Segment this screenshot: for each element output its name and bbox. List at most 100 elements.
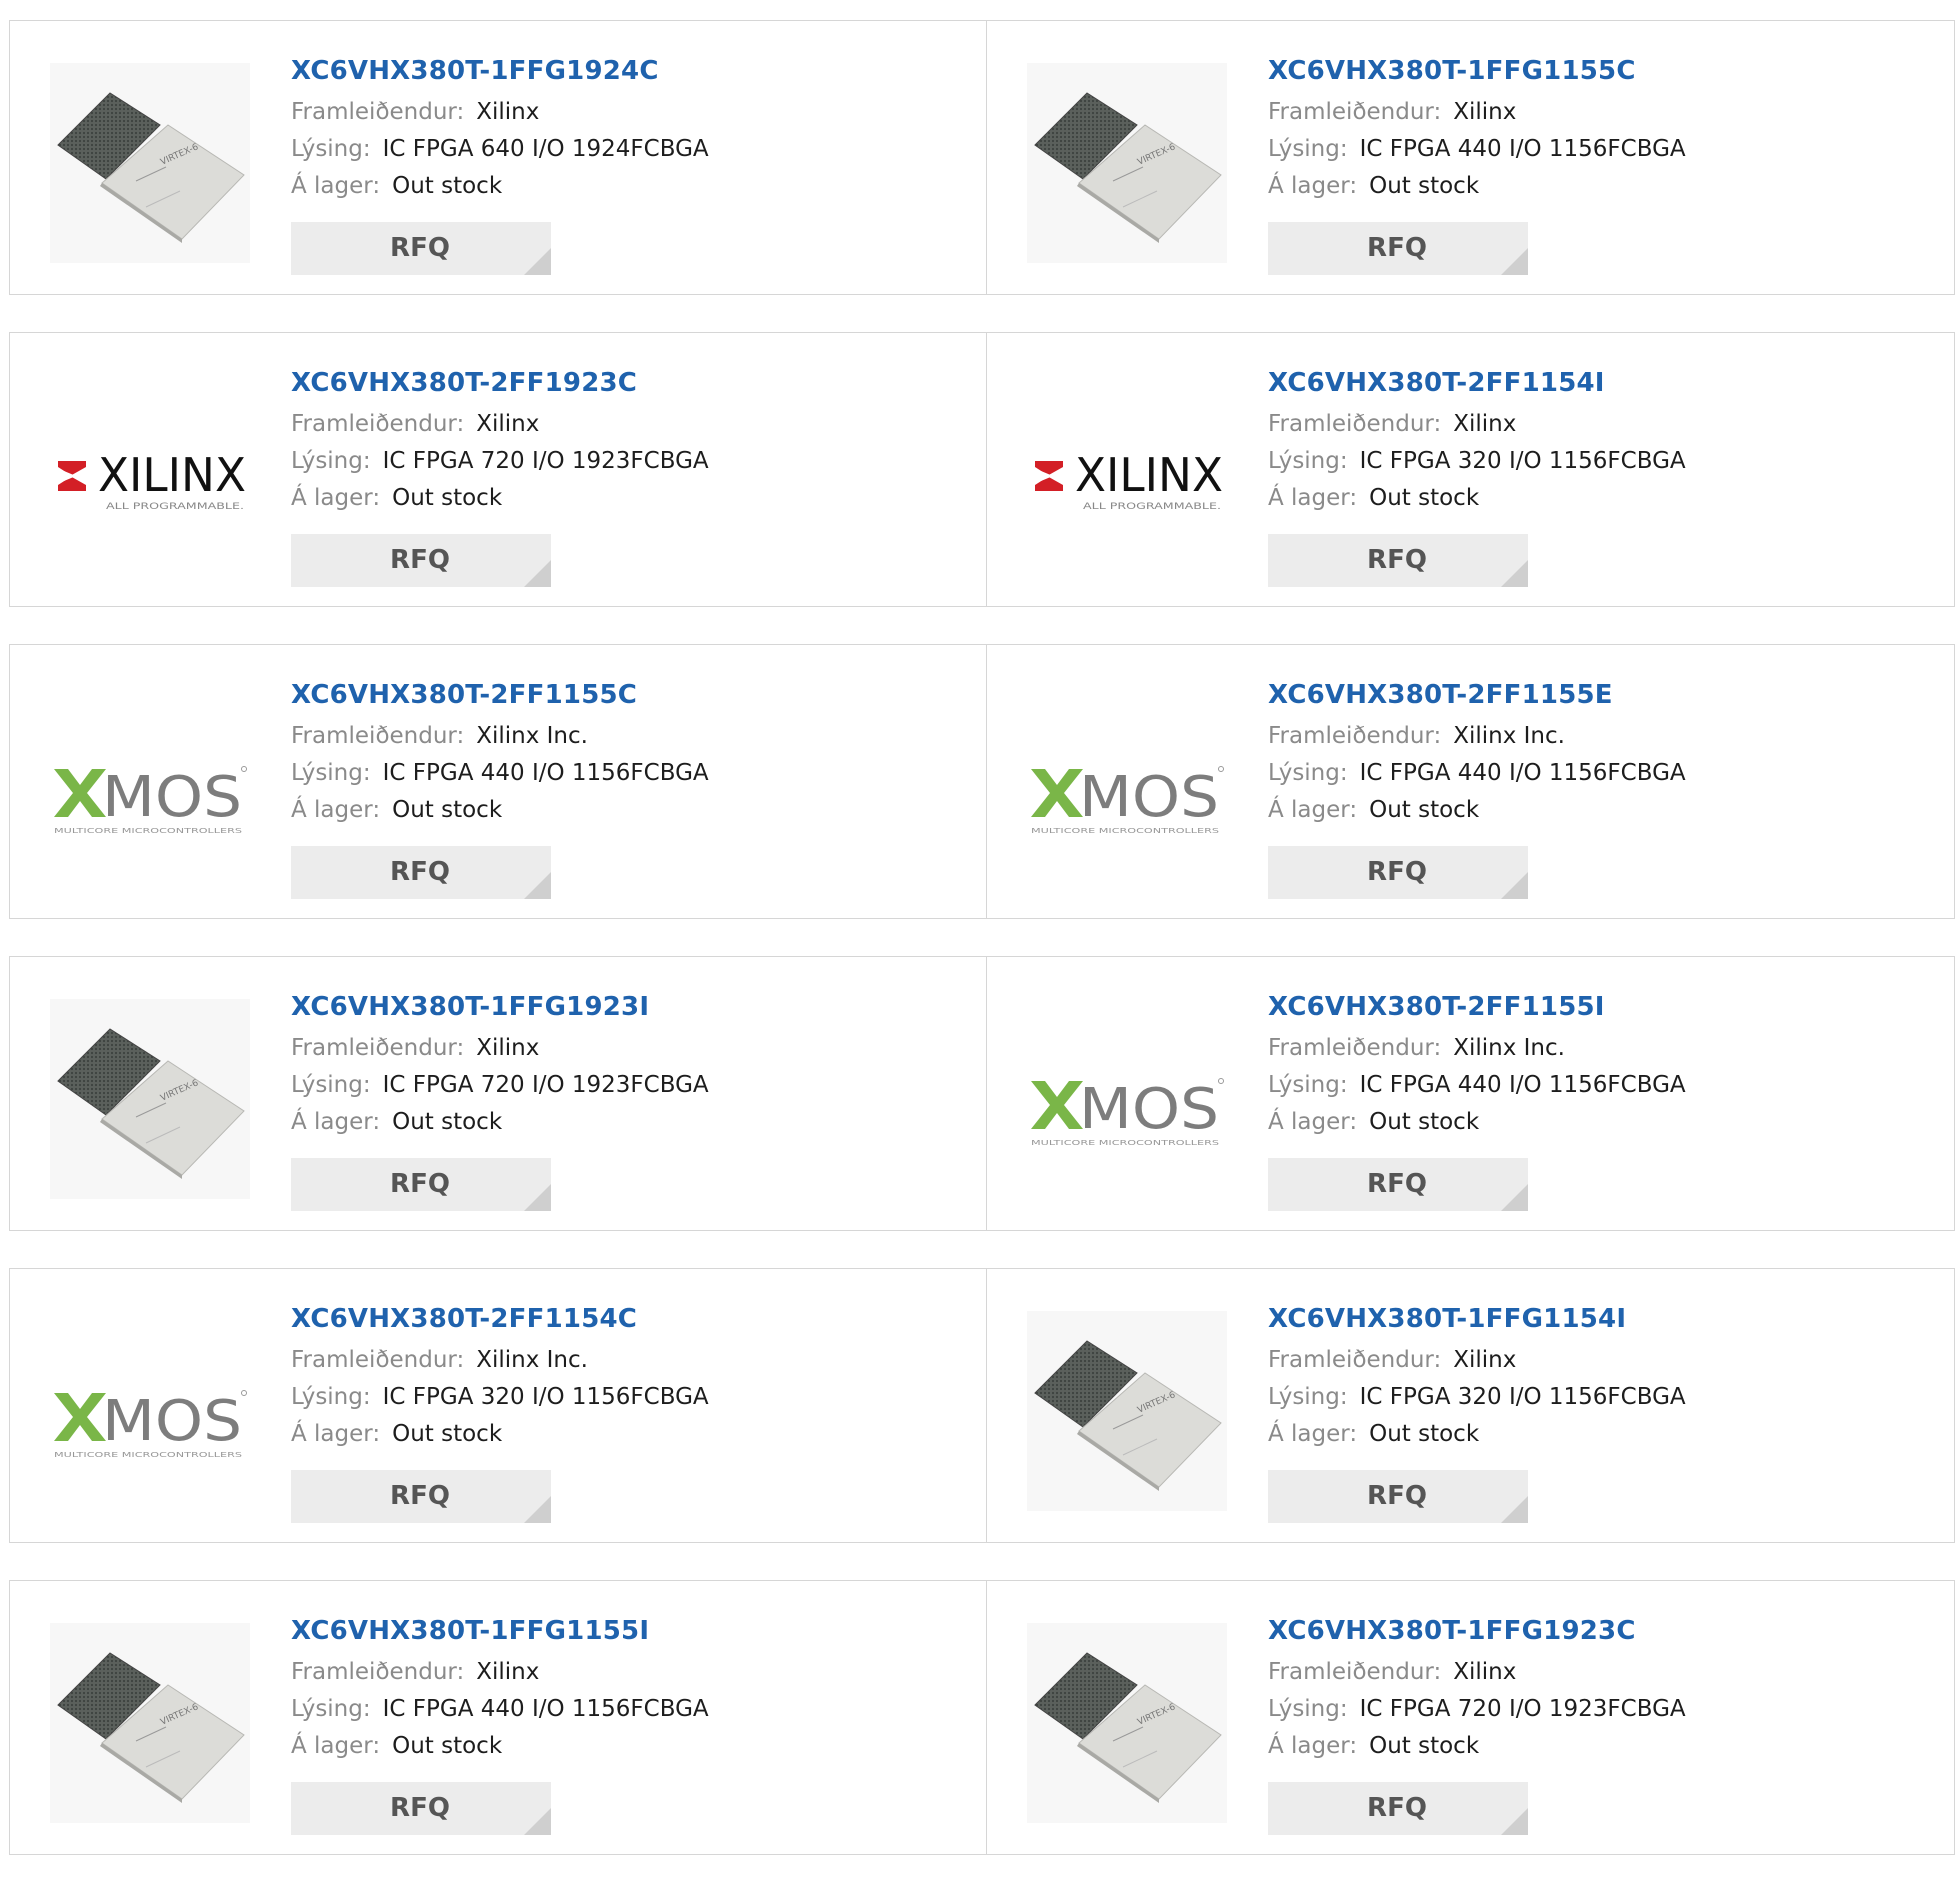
product-info: XC6VHX380T-1FFG1924C Framleiðendur: Xilin… (291, 51, 709, 205)
rfq-button-label: RFQ (390, 233, 450, 263)
product-image[interactable]: MOS MULTICORE MICROCONTROLLERS (1027, 999, 1227, 1199)
rfq-corner-decoration (1501, 1808, 1528, 1835)
stock-value: Out stock (392, 1109, 503, 1135)
product-image[interactable]: VIRTEX-6 (50, 999, 250, 1199)
manufacturer-label: Framleiðendur: (291, 411, 465, 437)
part-number-link[interactable]: XC6VHX380T-1FFG1154I (1268, 1299, 1686, 1339)
part-number-link[interactable]: XC6VHX380T-1FFG1155I (291, 1611, 709, 1651)
manufacturer-label: Framleiðendur: (291, 1347, 465, 1373)
stock-label: Á lager: (291, 1421, 381, 1447)
rfq-button[interactable]: RFQ (1268, 846, 1528, 899)
part-number-link[interactable]: XC6VHX380T-2FF1154C (291, 1299, 709, 1339)
product-info: XC6VHX380T-2FF1154C Framleiðendur: Xilinx… (291, 1299, 709, 1453)
part-number-link[interactable]: XC6VHX380T-2FF1923C (291, 363, 709, 403)
part-number-link[interactable]: XC6VHX380T-2FF1155I (1268, 987, 1686, 1027)
rfq-button[interactable]: RFQ (291, 1158, 551, 1211)
product-image[interactable]: VIRTEX-6 (1027, 1311, 1227, 1511)
product-image[interactable]: MOS MULTICORE MICROCONTROLLERS (50, 687, 250, 887)
product-info: XC6VHX380T-2FF1154I Framleiðendur: Xilinx… (1268, 363, 1686, 517)
description-value: IC FPGA 720 I/O 1923FCBGA (1359, 1696, 1686, 1722)
stock-value: Out stock (1369, 173, 1480, 199)
rfq-button[interactable]: RFQ (1268, 1782, 1528, 1835)
product-row: VIRTEX-6 XC6VHX380T-1FFG1924C Framleiðen… (9, 20, 1955, 295)
rfq-corner-decoration (524, 1808, 551, 1835)
product-row: XILINX ALL PROGRAMMABLE. XC6VHX380T-2FF19… (9, 332, 1955, 607)
svg-text:XILINX: XILINX (1075, 448, 1223, 502)
product-image[interactable]: VIRTEX-6 (1027, 1623, 1227, 1823)
product-image[interactable]: XILINX ALL PROGRAMMABLE. (1027, 375, 1227, 575)
manufacturer-value: Xilinx Inc. (476, 723, 588, 749)
rfq-corner-decoration (524, 560, 551, 587)
stock-label: Á lager: (291, 1109, 381, 1135)
svg-text:MULTICORE MICROCONTROLLERS: MULTICORE MICROCONTROLLERS (54, 827, 243, 835)
part-number-link[interactable]: XC6VHX380T-2FF1154I (1268, 363, 1686, 403)
manufacturer-label: Framleiðendur: (291, 723, 465, 749)
svg-text:MOS: MOS (102, 765, 242, 830)
rfq-button[interactable]: RFQ (291, 1470, 551, 1523)
stock-row: Á lager: Out stock (1268, 792, 1686, 829)
stock-label: Á lager: (1268, 485, 1358, 511)
rfq-button[interactable]: RFQ (1268, 1158, 1528, 1211)
manufacturer-value: Xilinx Inc. (1453, 723, 1565, 749)
description-row: Lýsing: IC FPGA 320 I/O 1156FCBGA (1268, 1379, 1686, 1416)
stock-row: Á lager: Out stock (1268, 1728, 1686, 1765)
manufacturer-label: Framleiðendur: (291, 1035, 465, 1061)
product-image[interactable]: VIRTEX-6 (1027, 63, 1227, 263)
product-info: XC6VHX380T-2FF1155E Framleiðendur: Xilinx… (1268, 675, 1686, 829)
stock-value: Out stock (1369, 797, 1480, 823)
product-row: MOS MULTICORE MICROCONTROLLERS XC6VHX380T… (9, 1268, 1955, 1543)
product-image[interactable]: MOS MULTICORE MICROCONTROLLERS (1027, 687, 1227, 887)
manufacturer-row: Framleiðendur: Xilinx (291, 1654, 709, 1691)
rfq-button[interactable]: RFQ (1268, 534, 1528, 587)
description-value: IC FPGA 720 I/O 1923FCBGA (382, 1072, 709, 1098)
part-number-link[interactable]: XC6VHX380T-1FFG1923C (1268, 1611, 1686, 1651)
rfq-button-label: RFQ (1367, 545, 1427, 575)
part-number-link[interactable]: XC6VHX380T-1FFG1924C (291, 51, 709, 91)
manufacturer-row: Framleiðendur: Xilinx (1268, 406, 1686, 443)
rfq-corner-decoration (1501, 560, 1528, 587)
product-row: VIRTEX-6 XC6VHX380T-1FFG1155I Framleiðen… (9, 1580, 1955, 1855)
rfq-corner-decoration (1501, 1496, 1528, 1523)
product-image[interactable]: XILINX ALL PROGRAMMABLE. (50, 375, 250, 575)
description-row: Lýsing: IC FPGA 320 I/O 1156FCBGA (291, 1379, 709, 1416)
product-image[interactable]: VIRTEX-6 (50, 1623, 250, 1823)
part-number-link[interactable]: XC6VHX380T-2FF1155C (291, 675, 709, 715)
product-image[interactable]: VIRTEX-6 (50, 63, 250, 263)
stock-value: Out stock (392, 1733, 503, 1759)
product-image[interactable]: MOS MULTICORE MICROCONTROLLERS (50, 1311, 250, 1511)
part-number-link[interactable]: XC6VHX380T-1FFG1155C (1268, 51, 1686, 91)
product-row: MOS MULTICORE MICROCONTROLLERS XC6VHX380T… (9, 644, 1955, 919)
description-label: Lýsing: (291, 1072, 371, 1098)
product-info: XC6VHX380T-2FF1923C Framleiðendur: Xilinx… (291, 363, 709, 517)
description-value: IC FPGA 320 I/O 1156FCBGA (1359, 1384, 1686, 1410)
product-card: VIRTEX-6 XC6VHX380T-1FFG1923C Framleiðen… (987, 1580, 1955, 1855)
product-card: VIRTEX-6 XC6VHX380T-1FFG1155I Framleiðen… (9, 1580, 987, 1855)
manufacturer-row: Framleiðendur: Xilinx Inc. (1268, 718, 1686, 755)
part-number-link[interactable]: XC6VHX380T-2FF1155E (1268, 675, 1686, 715)
rfq-button[interactable]: RFQ (1268, 1470, 1528, 1523)
product-card: MOS MULTICORE MICROCONTROLLERS XC6VHX380T… (987, 956, 1955, 1231)
fpga-chip-icon: VIRTEX-6 (1027, 63, 1227, 263)
rfq-button-label: RFQ (390, 857, 450, 887)
rfq-button[interactable]: RFQ (291, 222, 551, 275)
manufacturer-row: Framleiðendur: Xilinx (1268, 94, 1686, 131)
description-label: Lýsing: (1268, 1384, 1348, 1410)
rfq-button[interactable]: RFQ (291, 534, 551, 587)
part-number-link[interactable]: XC6VHX380T-1FFG1923I (291, 987, 709, 1027)
rfq-button[interactable]: RFQ (1268, 222, 1528, 275)
description-label: Lýsing: (291, 1696, 371, 1722)
manufacturer-label: Framleiðendur: (1268, 723, 1442, 749)
manufacturer-row: Framleiðendur: Xilinx (291, 1030, 709, 1067)
rfq-corner-decoration (524, 248, 551, 275)
svg-text:MULTICORE MICROCONTROLLERS: MULTICORE MICROCONTROLLERS (1031, 1139, 1220, 1147)
stock-label: Á lager: (1268, 1421, 1358, 1447)
description-label: Lýsing: (291, 448, 371, 474)
fpga-chip-icon: VIRTEX-6 (1027, 1623, 1227, 1823)
product-card: MOS MULTICORE MICROCONTROLLERS XC6VHX380T… (9, 1268, 987, 1543)
description-value: IC FPGA 440 I/O 1156FCBGA (1359, 1072, 1686, 1098)
svg-text:MULTICORE MICROCONTROLLERS: MULTICORE MICROCONTROLLERS (54, 1451, 243, 1459)
xmos-logo-icon: MOSMULTICORE MICROCONTROLLERS (1031, 1077, 1224, 1147)
rfq-button[interactable]: RFQ (291, 846, 551, 899)
rfq-button[interactable]: RFQ (291, 1782, 551, 1835)
xilinx-logo-icon: XILINXALL PROGRAMMABLE. (58, 448, 246, 512)
